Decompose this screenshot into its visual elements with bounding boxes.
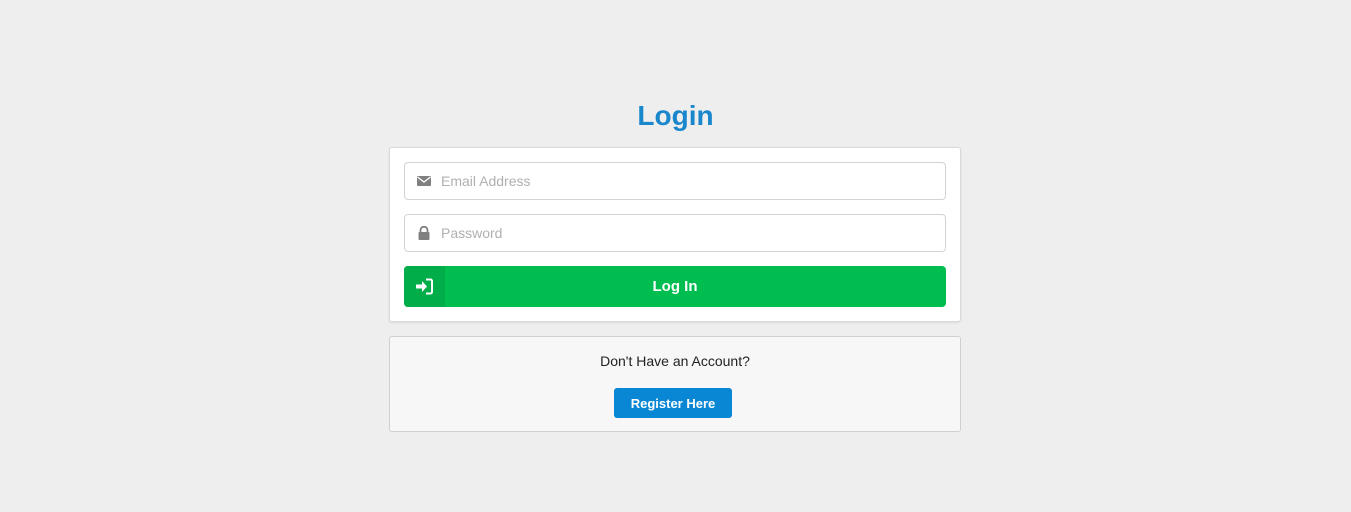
email-field[interactable]	[404, 162, 946, 200]
lock-icon	[417, 225, 431, 240]
login-button-label: Log In	[652, 278, 698, 295]
email-input[interactable]	[441, 163, 937, 199]
envelope-icon	[417, 174, 431, 188]
password-field[interactable]	[404, 214, 946, 252]
page-title: Login	[637, 100, 714, 131]
register-prompt: Don't Have an Account?	[600, 353, 750, 369]
sign-in-icon	[404, 266, 445, 307]
login-button[interactable]: Log In	[404, 266, 946, 307]
register-card: Don't Have an Account? Register Here	[389, 336, 961, 432]
register-button[interactable]: Register Here	[614, 388, 732, 418]
login-form-card: Log In	[389, 147, 961, 322]
password-input[interactable]	[441, 215, 937, 251]
